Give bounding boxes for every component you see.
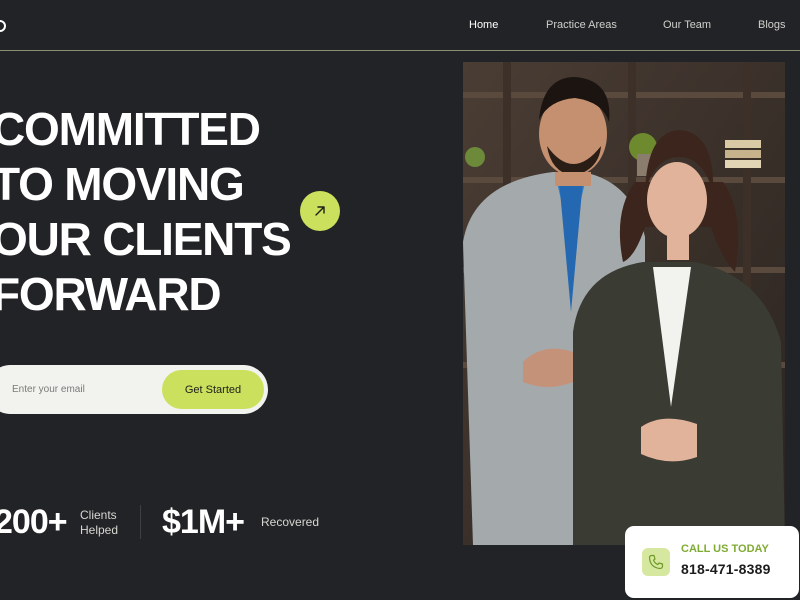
- nav-item-blogs[interactable]: Blogs: [758, 19, 786, 31]
- email-input[interactable]: [12, 379, 152, 399]
- arrow-button[interactable]: [300, 191, 340, 231]
- main-nav: Home Practice Areas Our Team Blogs: [0, 19, 800, 35]
- stat-clients-label-1: Clients: [80, 508, 117, 522]
- hero-headline-line-4: FORWARD: [0, 268, 222, 320]
- stat-recovered-number: $1M+: [162, 503, 245, 541]
- stats-divider: [140, 505, 141, 539]
- hero-headline: COMMITTED TO MOVING OUR CLIENTS FORWARD: [0, 102, 292, 322]
- nav-item-practice-areas[interactable]: Practice Areas: [546, 19, 617, 31]
- stat-clients-label-2: Helped: [80, 523, 119, 537]
- hero-headline-line-3: OUR CLIENTS: [0, 213, 292, 265]
- call-us-card[interactable]: CALL US TODAY 818-471-8389: [625, 526, 799, 598]
- phone-icon: [642, 548, 670, 576]
- get-started-button[interactable]: Get Started: [162, 370, 264, 409]
- nav-item-our-team[interactable]: Our Team: [663, 19, 711, 31]
- header-divider: [0, 50, 800, 51]
- team-photo: [463, 62, 785, 545]
- nav-item-home[interactable]: Home: [469, 19, 498, 31]
- stat-clients-number: 200+: [0, 503, 68, 541]
- phone-number[interactable]: 818-471-8389: [681, 561, 771, 577]
- hero-headline-line-2: TO MOVING: [0, 158, 245, 210]
- call-us-label: CALL US TODAY: [681, 543, 769, 555]
- email-signup-form: Get Started: [0, 365, 268, 414]
- arrow-up-right-icon: [315, 206, 325, 216]
- hero-headline-line-1: COMMITTED: [0, 103, 261, 155]
- stat-recovered-label: Recovered: [261, 515, 320, 529]
- team-photo-illustration: [463, 62, 785, 545]
